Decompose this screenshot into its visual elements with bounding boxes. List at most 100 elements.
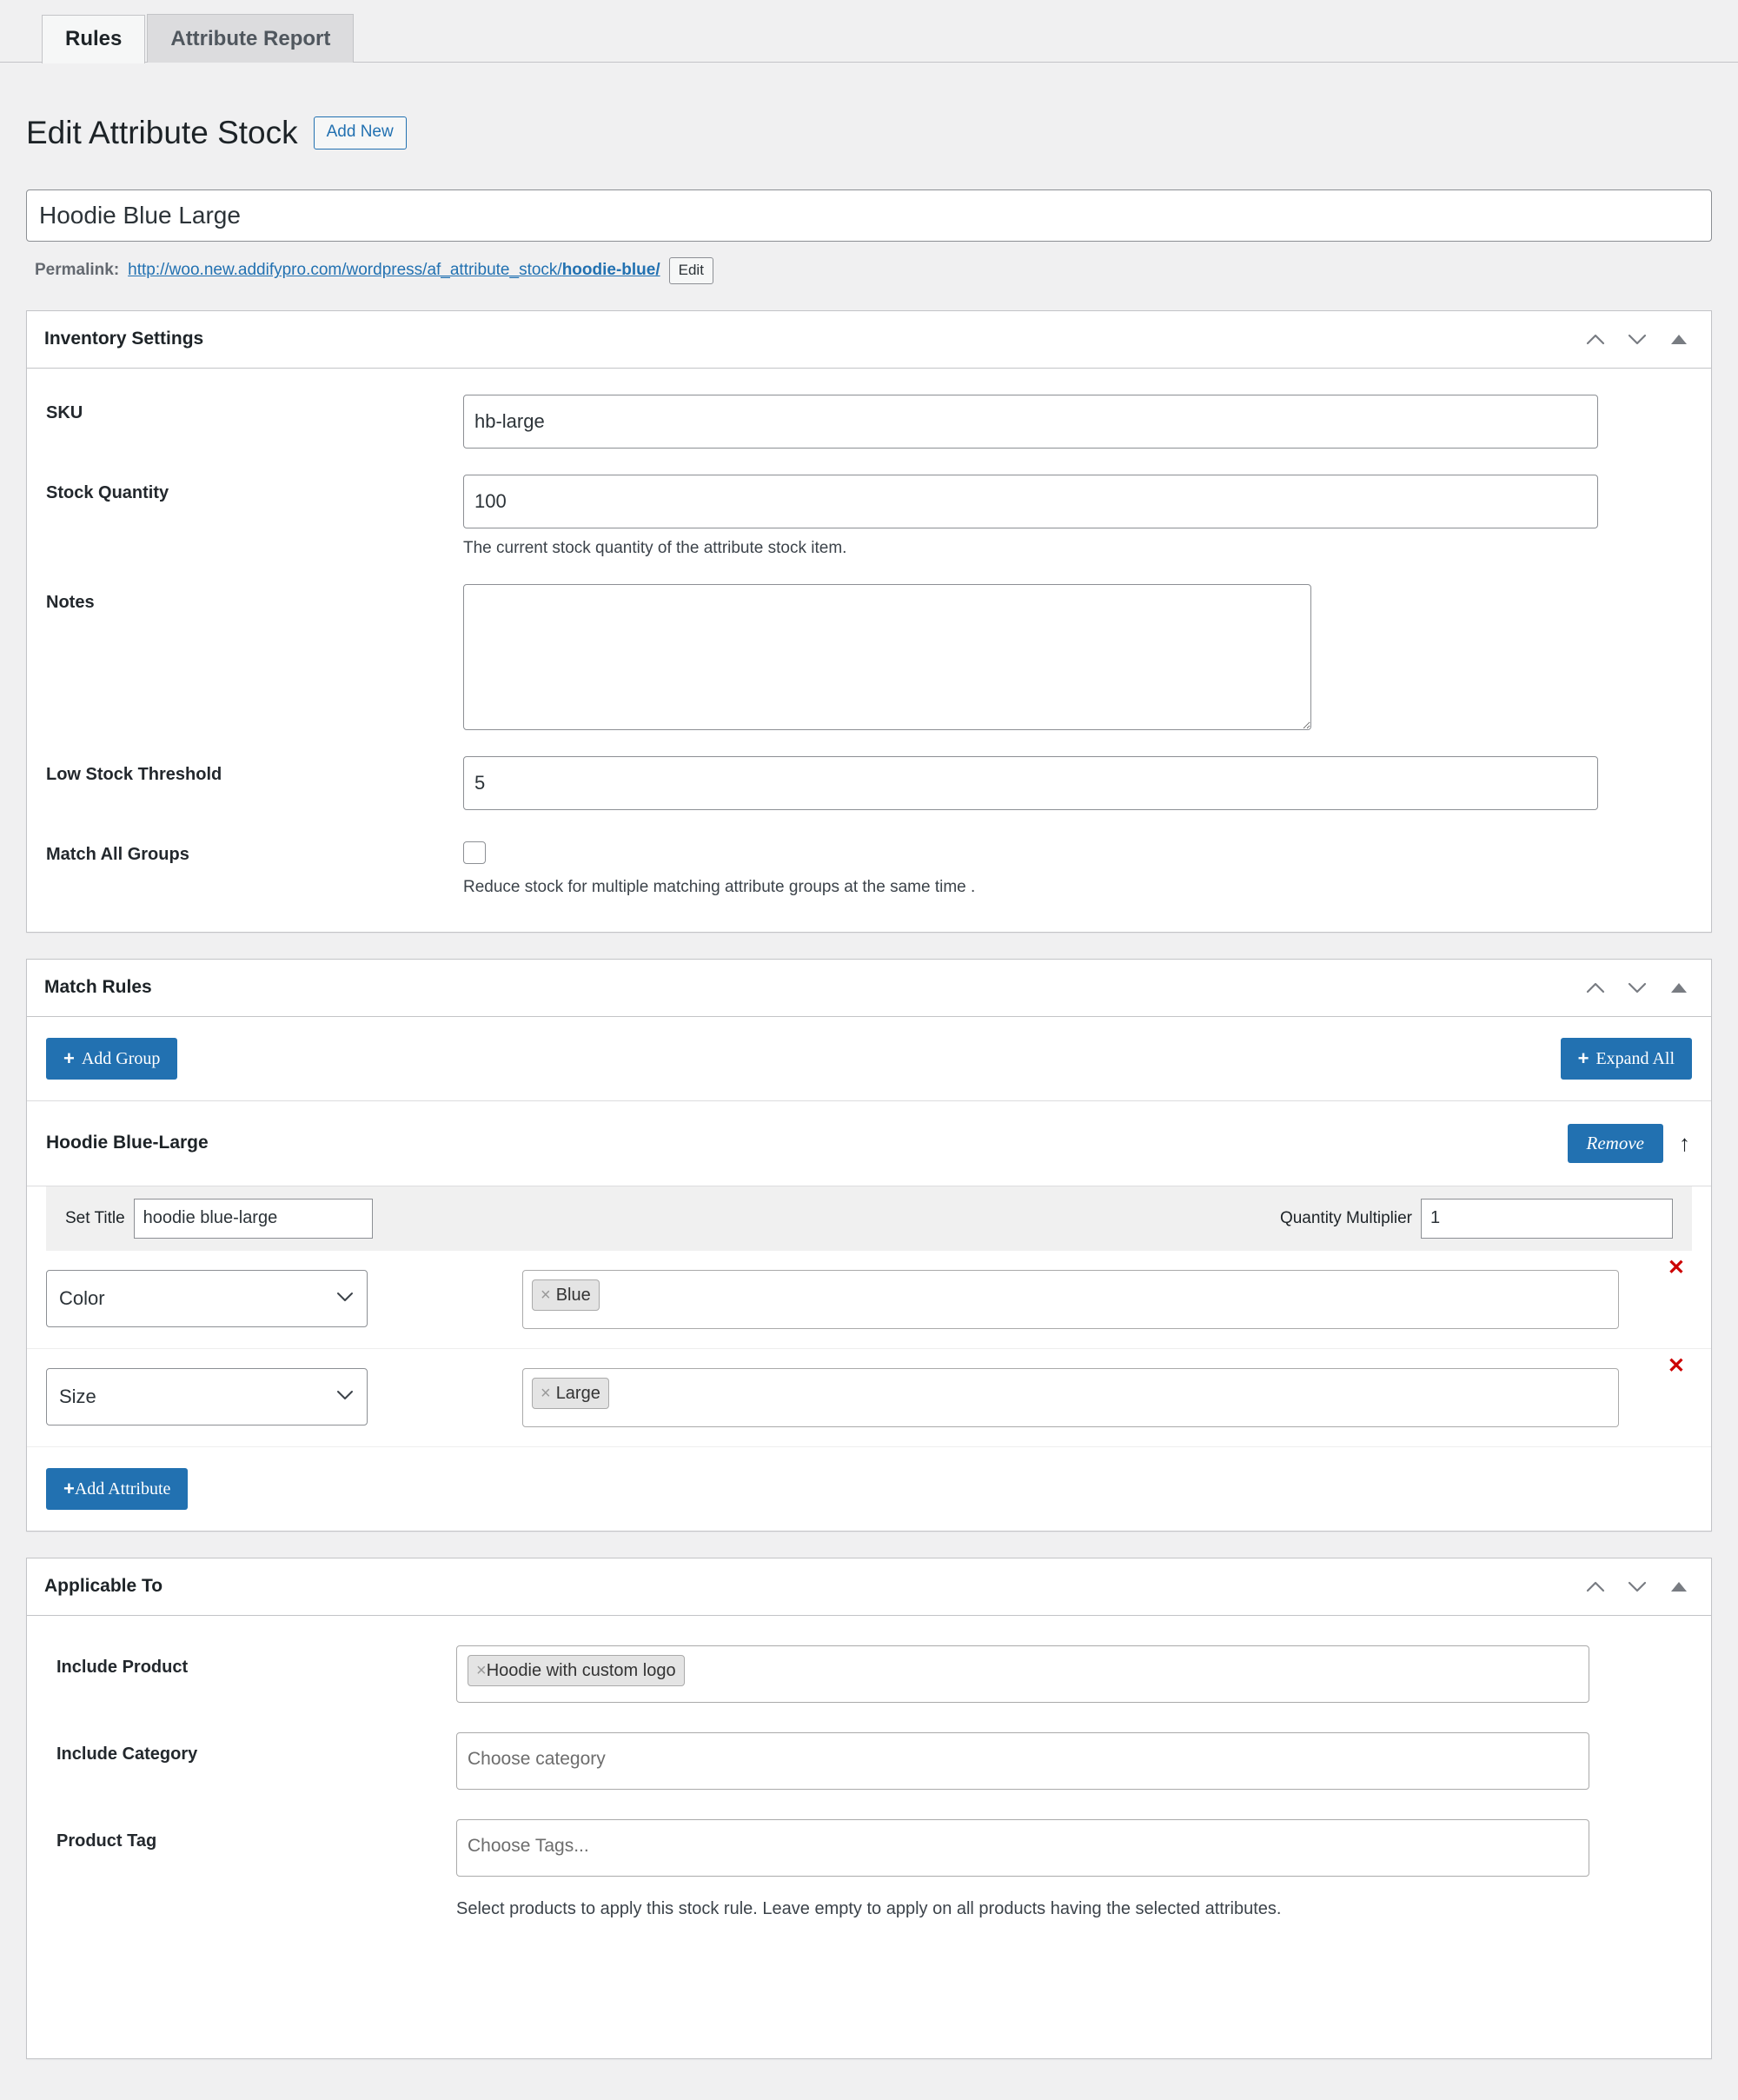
sku-control <box>463 395 1711 449</box>
applicable-to-panel: Applicable To Include Product × Hoodie w… <box>26 1558 1712 2059</box>
notes-textarea[interactable] <box>463 584 1311 730</box>
match-rules-title: Match Rules <box>44 977 152 998</box>
chevron-up-icon[interactable] <box>1584 1575 1607 1598</box>
permalink-url[interactable]: http://woo.new.addifypro.com/wordpress/a… <box>128 261 660 280</box>
applicable-to-title: Applicable To <box>44 1576 163 1597</box>
page-heading: Edit Attribute Stock Add New <box>0 63 1738 189</box>
match-all-groups-checkbox[interactable] <box>463 841 486 864</box>
notes-control <box>463 584 1711 730</box>
chevron-down-icon[interactable] <box>1626 1575 1648 1598</box>
match-rules-header: Match Rules <box>27 960 1711 1017</box>
attribute-select-wrapper: Color <box>46 1270 368 1327</box>
inventory-settings-body: SKU Stock Quantity The current stock qua… <box>27 369 1711 932</box>
title-field-wrapper <box>0 189 1738 242</box>
chevron-down-icon[interactable] <box>1626 328 1648 350</box>
tab-bar: Rules Attribute Report <box>0 0 1738 63</box>
toggle-panel-icon[interactable] <box>1668 976 1690 999</box>
chevron-up-icon[interactable] <box>1584 976 1607 999</box>
include-category-placeholder: Choose category <box>468 1742 606 1770</box>
stock-quantity-control: The current stock quantity of the attrib… <box>463 475 1711 558</box>
remove-tag-icon[interactable]: × <box>541 1385 551 1402</box>
expand-all-button[interactable]: + Expand All <box>1561 1038 1692 1080</box>
delete-attribute-row-icon[interactable]: ✕ <box>1668 1356 1685 1377</box>
add-attribute-button[interactable]: + Add Attribute <box>46 1468 188 1510</box>
product-tag-control: Choose Tags... Select products to apply … <box>456 1819 1711 1919</box>
match-all-groups-row: Match All Groups Reduce stock for multip… <box>27 810 1711 923</box>
add-group-button[interactable]: + Add Group <box>46 1038 177 1080</box>
applicable-to-header: Applicable To <box>27 1558 1711 1616</box>
plus-icon: + <box>63 1479 75 1499</box>
chevron-up-icon[interactable] <box>1584 328 1607 350</box>
include-product-tag[interactable]: × Hoodie with custom logo <box>468 1655 685 1686</box>
chevron-down-icon[interactable] <box>1626 976 1648 999</box>
notes-label: Notes <box>46 584 463 613</box>
quantity-multiplier-input[interactable] <box>1421 1199 1673 1239</box>
attribute-value-label: Blue <box>556 1285 591 1306</box>
toggle-panel-icon[interactable] <box>1668 1575 1690 1598</box>
low-stock-threshold-control <box>463 756 1711 810</box>
add-new-button[interactable]: Add New <box>314 116 407 150</box>
attribute-name-select[interactable]: Size <box>46 1368 368 1425</box>
attribute-values-field[interactable]: × Large <box>522 1368 1619 1427</box>
set-title-input[interactable] <box>134 1199 373 1239</box>
set-title-bar: Set Title Quantity Multiplier <box>46 1186 1692 1251</box>
quantity-multiplier-group: Quantity Multiplier <box>1280 1199 1673 1239</box>
attribute-value-tag[interactable]: × Blue <box>532 1279 600 1311</box>
rule-group-header: Hoodie Blue-Large Remove ↑ <box>27 1101 1711 1186</box>
rule-group-actions: Remove ↑ <box>1568 1124 1690 1163</box>
include-product-select[interactable]: × Hoodie with custom logo <box>456 1645 1589 1703</box>
add-group-label: Add Group <box>82 1050 161 1067</box>
sku-label: SKU <box>46 395 463 423</box>
low-stock-threshold-input[interactable] <box>463 756 1598 810</box>
tab-rules[interactable]: Rules <box>42 15 145 63</box>
include-category-control: Choose category <box>456 1732 1711 1790</box>
include-category-select[interactable]: Choose category <box>456 1732 1589 1790</box>
remove-tag-icon[interactable]: × <box>541 1286 551 1304</box>
notes-row: Notes <box>27 558 1711 730</box>
attribute-value-tag[interactable]: × Large <box>532 1378 609 1409</box>
match-all-groups-label: Match All Groups <box>46 836 463 865</box>
applicable-to-description: Select products to apply this stock rule… <box>456 1877 1589 1919</box>
remove-tag-icon[interactable]: × <box>476 1662 487 1679</box>
panel-bottom-spacer <box>27 1919 1711 2058</box>
stock-quantity-label: Stock Quantity <box>46 475 463 503</box>
delete-attribute-row-icon[interactable]: ✕ <box>1668 1258 1685 1279</box>
product-tag-label: Product Tag <box>56 1819 456 1851</box>
match-rules-panel: Match Rules + Add Group + Expand All Hoo… <box>26 959 1712 1532</box>
match-rules-body: + Add Group + Expand All Hoodie Blue-Lar… <box>27 1017 1711 1531</box>
stock-quantity-input[interactable] <box>463 475 1598 528</box>
tab-attribute-report-label: Attribute Report <box>170 29 330 50</box>
add-attribute-label: Add Attribute <box>75 1480 171 1498</box>
page-title: Edit Attribute Stock <box>26 114 298 152</box>
quantity-multiplier-label: Quantity Multiplier <box>1280 1209 1412 1228</box>
permalink-label: Permalink: <box>35 261 119 280</box>
set-title-group: Set Title <box>65 1199 373 1239</box>
stock-quantity-description: The current stock quantity of the attrib… <box>463 528 1598 558</box>
rule-group-title: Hoodie Blue-Large <box>46 1133 209 1153</box>
match-all-groups-description: Reduce stock for multiple matching attri… <box>463 864 1598 897</box>
edit-permalink-button[interactable]: Edit <box>669 257 713 284</box>
inventory-settings-panel: Inventory Settings SKU Stock Quantity Th… <box>26 310 1712 933</box>
product-tag-row: Product Tag Choose Tags... Select produc… <box>27 1790 1711 1919</box>
tab-attribute-report[interactable]: Attribute Report <box>147 14 354 63</box>
post-title-input[interactable] <box>26 189 1712 242</box>
inventory-settings-header: Inventory Settings <box>27 311 1711 369</box>
toggle-panel-icon[interactable] <box>1668 328 1690 350</box>
tab-rules-label: Rules <box>65 29 122 50</box>
include-product-row: Include Product × Hoodie with custom log… <box>27 1616 1711 1703</box>
attribute-value-label: Large <box>556 1383 600 1404</box>
product-tag-select[interactable]: Choose Tags... <box>456 1819 1589 1877</box>
include-product-label: Include Product <box>56 1645 456 1678</box>
arrow-up-icon[interactable]: ↑ <box>1679 1132 1690 1154</box>
attribute-name-select[interactable]: Color <box>46 1270 368 1327</box>
permalink-slug: hoodie-blue/ <box>562 261 660 279</box>
applicable-to-body: Include Product × Hoodie with custom log… <box>27 1616 1711 2058</box>
sku-input[interactable] <box>463 395 1598 449</box>
attribute-values-field[interactable]: × Blue <box>522 1270 1619 1329</box>
remove-group-button[interactable]: Remove <box>1568 1124 1663 1163</box>
panel-actions <box>1584 976 1690 999</box>
expand-all-label: Expand All <box>1595 1050 1675 1067</box>
permalink-row: Permalink: http://woo.new.addifypro.com/… <box>0 242 1738 284</box>
attribute-select-wrapper: Size <box>46 1368 368 1425</box>
product-tag-placeholder: Choose Tags... <box>468 1829 589 1857</box>
